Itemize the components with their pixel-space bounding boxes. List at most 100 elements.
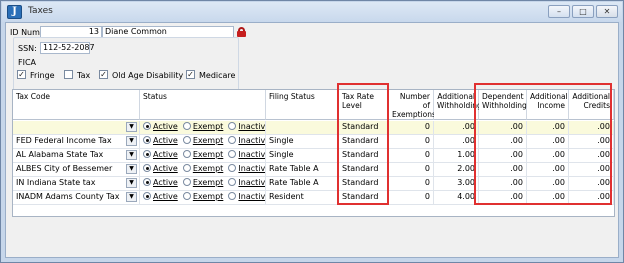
tax-code-combo[interactable]: INADM Adams County Tax ▼ — [13, 191, 140, 205]
col-status[interactable]: Status — [140, 90, 266, 120]
col-additional-credits[interactable]: Additional Credits — [569, 90, 614, 120]
col-tax-code[interactable]: Tax Code — [13, 90, 140, 120]
inactive-radio[interactable] — [228, 192, 237, 200]
additional-income-cell[interactable]: .00 — [527, 177, 569, 191]
filing-status-cell[interactable] — [266, 121, 339, 135]
active-radio[interactable] — [143, 150, 151, 158]
additional-credits-cell[interactable]: .00 — [569, 177, 614, 191]
tax-code-combo[interactable]: AL Alabama State Tax ▼ — [13, 149, 140, 163]
active-radio[interactable] — [143, 122, 151, 130]
dependent-withholding-cell[interactable]: .00 — [479, 191, 527, 205]
ssn-field[interactable]: 112-52-2087 — [40, 42, 95, 54]
dependent-withholding-cell[interactable]: .00 — [479, 163, 527, 177]
chevron-down-icon[interactable]: ▼ — [126, 178, 137, 188]
additional-withholding-cell[interactable]: .00 — [434, 135, 479, 149]
filing-status-cell[interactable]: Rate Table A — [266, 163, 339, 177]
exemptions-cell[interactable]: 0 — [389, 121, 434, 135]
filing-status-cell[interactable]: Resident — [266, 191, 339, 205]
additional-income-cell[interactable]: .00 — [527, 135, 569, 149]
dependent-withholding-cell[interactable]: .00 — [479, 177, 527, 191]
chevron-down-icon[interactable]: ▼ — [126, 150, 137, 160]
chevron-down-icon[interactable]: ▼ — [126, 122, 137, 132]
medicare-label: Medicare — [199, 71, 236, 80]
exemptions-cell[interactable]: 0 — [389, 191, 434, 205]
tax-rate-level-cell[interactable]: Standard — [339, 135, 389, 149]
dependent-withholding-cell[interactable]: .00 — [479, 149, 527, 163]
chevron-down-icon[interactable]: ▼ — [126, 164, 137, 174]
exemptions-cell[interactable]: 0 — [389, 163, 434, 177]
lock-icon[interactable] — [237, 27, 246, 37]
old-age-disability-checkbox[interactable]: ✓ — [99, 70, 108, 79]
close-button[interactable]: ✕ — [596, 5, 618, 18]
taxes-window: J Taxes – □ ✕ ID Num : 13 Diane Common S… — [0, 0, 624, 263]
inactive-radio[interactable] — [228, 178, 237, 186]
active-radio[interactable] — [143, 178, 151, 186]
exempt-radio[interactable] — [182, 192, 191, 200]
exempt-radio[interactable] — [182, 178, 191, 186]
exempt-radio[interactable] — [182, 164, 191, 172]
additional-credits-cell[interactable]: .00 — [569, 149, 614, 163]
maximize-button[interactable]: □ — [572, 5, 594, 18]
col-tax-rate-level[interactable]: Tax Rate Level — [339, 90, 389, 120]
filing-status-cell[interactable]: Rate Table A — [266, 177, 339, 191]
tax-rate-level-cell[interactable]: Standard — [339, 191, 389, 205]
inactive-radio[interactable] — [228, 122, 237, 130]
active-radio[interactable] — [143, 192, 151, 200]
dependent-withholding-cell[interactable]: .00 — [479, 121, 527, 135]
fringe-checkbox[interactable]: ✓ — [17, 70, 26, 79]
tax-checkbox[interactable] — [64, 70, 73, 79]
additional-withholding-cell[interactable]: 3.00 — [434, 177, 479, 191]
col-additional-withholding[interactable]: Additional Withholding — [434, 90, 482, 120]
exempt-radio[interactable] — [182, 150, 191, 158]
exempt-radio[interactable] — [182, 136, 191, 144]
status-radio-group[interactable]: Active Exempt Inactive — [140, 191, 266, 205]
additional-income-cell[interactable]: .00 — [527, 149, 569, 163]
tax-code-combo[interactable]: ▼ — [13, 121, 140, 135]
col-dependent-withholding[interactable]: Dependent Withholding — [479, 90, 527, 120]
status-radio-group[interactable]: Active Exempt Inactive — [140, 149, 266, 163]
minimize-button[interactable]: – — [548, 5, 570, 18]
inactive-radio[interactable] — [228, 150, 237, 158]
exemptions-cell[interactable]: 0 — [389, 149, 434, 163]
medicare-checkbox[interactable]: ✓ — [186, 70, 195, 79]
inactive-radio[interactable] — [228, 164, 237, 172]
additional-income-cell[interactable]: .00 — [527, 121, 569, 135]
col-exemptions[interactable]: Number of Exemptions — [389, 90, 436, 120]
taxes-panel: ID Num : 13 Diane Common SSN: 112-52-208… — [5, 22, 619, 258]
additional-credits-cell[interactable]: .00 — [569, 135, 614, 149]
additional-withholding-cell[interactable]: 1.00 — [434, 149, 479, 163]
additional-withholding-cell[interactable]: 4.00 — [434, 191, 479, 205]
chevron-down-icon[interactable]: ▼ — [126, 192, 137, 202]
chevron-down-icon[interactable]: ▼ — [126, 136, 137, 146]
additional-withholding-cell[interactable]: 2.00 — [434, 163, 479, 177]
tax-rate-level-cell[interactable]: Standard — [339, 177, 389, 191]
status-radio-group[interactable]: Active Exempt Inactive — [140, 121, 266, 135]
dependent-withholding-cell[interactable]: .00 — [479, 135, 527, 149]
additional-credits-cell[interactable]: .00 — [569, 121, 614, 135]
tax-code-combo[interactable]: IN Indiana State tax ▼ — [13, 177, 140, 191]
additional-credits-cell[interactable]: .00 — [569, 163, 614, 177]
tax-code-combo[interactable]: ALBES City of Bessemer ▼ — [13, 163, 140, 177]
additional-income-cell[interactable]: .00 — [527, 191, 569, 205]
tax-code-combo[interactable]: FED Federal Income Tax ▼ — [13, 135, 140, 149]
col-additional-income[interactable]: Additional Income — [527, 90, 569, 120]
tax-rate-level-cell[interactable]: Standard — [339, 163, 389, 177]
inactive-radio[interactable] — [228, 136, 237, 144]
status-radio-group[interactable]: Active Exempt Inactive — [140, 163, 266, 177]
additional-withholding-cell[interactable]: .00 — [434, 121, 479, 135]
exempt-radio[interactable] — [182, 122, 191, 130]
status-radio-group[interactable]: Active Exempt Inactive — [140, 135, 266, 149]
status-radio-group[interactable]: Active Exempt Inactive — [140, 177, 266, 191]
additional-credits-cell[interactable]: .00 — [569, 191, 614, 205]
active-radio[interactable] — [143, 136, 151, 144]
filing-status-cell[interactable]: Single — [266, 149, 339, 163]
exemptions-cell[interactable]: 0 — [389, 135, 434, 149]
exemptions-cell[interactable]: 0 — [389, 177, 434, 191]
active-radio[interactable] — [143, 164, 151, 172]
tax-rate-level-cell[interactable]: Standard — [339, 121, 389, 135]
col-filing-status[interactable]: Filing Status — [266, 90, 339, 120]
tax-rate-level-cell[interactable]: Standard — [339, 149, 389, 163]
title-bar[interactable]: J Taxes – □ ✕ — [2, 2, 622, 22]
additional-income-cell[interactable]: .00 — [527, 163, 569, 177]
filing-status-cell[interactable]: Single — [266, 135, 339, 149]
